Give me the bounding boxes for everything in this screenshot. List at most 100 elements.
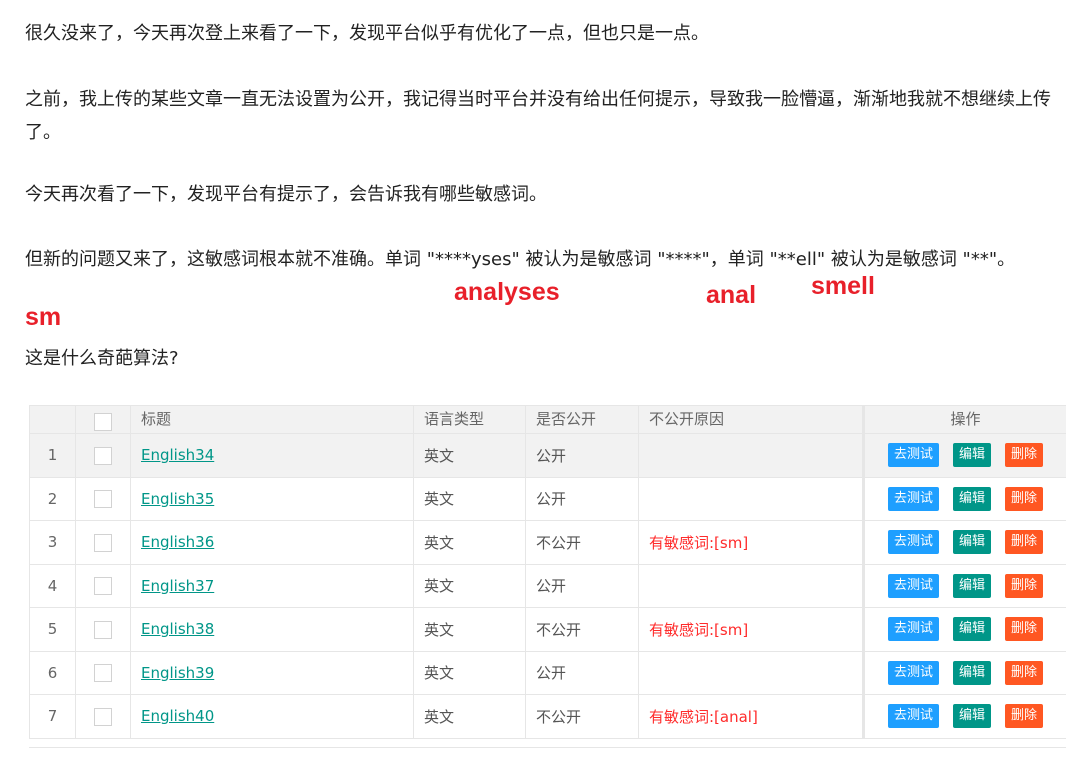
articles-table: 标题 语言类型 是否公开 不公开原因 操作 1 English34 英文 公开 …: [29, 405, 1066, 748]
row-select-cell[interactable]: [75, 694, 131, 739]
test-button[interactable]: 去测试: [887, 443, 939, 468]
edit-button[interactable]: 编辑: [952, 573, 991, 598]
row-select-cell[interactable]: [75, 433, 131, 478]
table-row: 5 English38 英文 不公开 有敏感词:[sm] 去测试 编辑 删除: [29, 607, 1066, 652]
row-index: 6: [29, 650, 76, 695]
row-index: 3: [29, 520, 76, 565]
row-index: 5: [29, 607, 76, 652]
language-cell: 英文: [413, 476, 526, 521]
row-checkbox[interactable]: [94, 533, 112, 552]
test-button[interactable]: 去测试: [887, 660, 939, 685]
table-row: 2 English35 英文 公开 去测试 编辑 删除: [29, 476, 1066, 521]
row-checkbox[interactable]: [94, 446, 112, 465]
article-title-link[interactable]: English40: [141, 707, 214, 725]
table-row: 4 English37 英文 公开 去测试 编辑 删除: [29, 563, 1066, 608]
test-button[interactable]: 去测试: [887, 704, 939, 729]
test-button[interactable]: 去测试: [887, 573, 939, 598]
row-checkbox[interactable]: [94, 664, 112, 682]
edit-button[interactable]: 编辑: [952, 530, 991, 555]
row-index: 4: [29, 563, 76, 608]
header-actions: 操作: [862, 405, 1066, 434]
language-cell: 英文: [413, 563, 526, 608]
row-select-cell[interactable]: [75, 520, 131, 565]
private-reason-cell: 有敏感词:[sm]: [638, 607, 864, 652]
paragraph-2: 之前，我上传的某些文章一直无法设置为公开，我记得当时平台并没有给出任何提示，导致…: [25, 89, 1051, 143]
public-status-cell: 公开: [525, 650, 639, 695]
delete-button[interactable]: 删除: [1005, 530, 1044, 555]
language-cell: 英文: [413, 694, 526, 739]
language-cell: 英文: [413, 520, 526, 565]
edit-button[interactable]: 编辑: [952, 486, 991, 511]
row-select-cell[interactable]: [75, 476, 131, 521]
paragraph-5: 这是什么奇葩算法?: [25, 348, 179, 369]
header-public[interactable]: 是否公开: [525, 405, 639, 434]
row-checkbox[interactable]: [94, 620, 112, 639]
private-reason-cell: 有敏感词:[anal]: [638, 694, 864, 739]
title-cell: English39: [130, 650, 414, 695]
header-title[interactable]: 标题: [130, 405, 414, 434]
delete-button[interactable]: 删除: [1005, 443, 1044, 468]
paragraph-4: 但新的问题又来了，这敏感词根本就不准确。单词 "****yses" 被认为是敏感…: [25, 249, 1016, 270]
select-all-checkbox[interactable]: [94, 412, 112, 431]
test-button[interactable]: 去测试: [887, 617, 939, 642]
table-row: 7 English40 英文 不公开 有敏感词:[anal] 去测试 编辑 删除: [29, 694, 1066, 739]
delete-button[interactable]: 删除: [1005, 704, 1044, 729]
annotation-sm: sm: [25, 303, 62, 331]
article-title-link[interactable]: English37: [141, 577, 214, 595]
header-reason[interactable]: 不公开原因: [638, 405, 864, 434]
language-cell: 英文: [413, 433, 526, 478]
delete-button[interactable]: 删除: [1005, 486, 1044, 511]
actions-cell: 去测试 编辑 删除: [862, 694, 1066, 739]
header-index: [29, 405, 76, 434]
language-cell: 英文: [413, 650, 526, 695]
actions-cell: 去测试 编辑 删除: [862, 476, 1066, 521]
title-cell: English35: [130, 476, 414, 521]
row-select-cell[interactable]: [75, 650, 131, 695]
public-status-cell: 不公开: [525, 607, 639, 652]
header-language[interactable]: 语言类型: [413, 405, 526, 434]
actions-cell: 去测试 编辑 删除: [862, 650, 1066, 695]
actions-cell: 去测试 编辑 删除: [862, 520, 1066, 565]
article-title-link[interactable]: English38: [141, 620, 214, 638]
article-title-link[interactable]: English36: [141, 533, 214, 551]
title-cell: English38: [130, 607, 414, 652]
title-cell: English36: [130, 520, 414, 565]
row-select-cell[interactable]: [75, 607, 131, 652]
row-checkbox[interactable]: [94, 490, 112, 508]
header-select-all[interactable]: [75, 405, 131, 434]
test-button[interactable]: 去测试: [887, 530, 939, 555]
public-status-cell: 不公开: [525, 694, 639, 739]
article-title-link[interactable]: English34: [141, 446, 214, 464]
article-title-link[interactable]: English39: [141, 664, 214, 682]
public-status-cell: 不公开: [525, 520, 639, 565]
row-index: 1: [29, 433, 76, 478]
edit-button[interactable]: 编辑: [952, 617, 991, 642]
article-title-link[interactable]: English35: [141, 490, 214, 508]
annotation-anal: anal: [706, 281, 757, 309]
edit-button[interactable]: 编辑: [952, 704, 991, 729]
row-checkbox[interactable]: [94, 577, 112, 595]
delete-button[interactable]: 删除: [1005, 660, 1044, 685]
public-status-cell: 公开: [525, 563, 639, 608]
delete-button[interactable]: 删除: [1005, 573, 1044, 598]
row-select-cell[interactable]: [75, 563, 131, 608]
table-header-row: 标题 语言类型 是否公开 不公开原因 操作: [29, 405, 1066, 434]
edit-button[interactable]: 编辑: [952, 443, 991, 468]
language-cell: 英文: [413, 607, 526, 652]
actions-cell: 去测试 编辑 删除: [862, 563, 1066, 608]
actions-cell: 去测试 编辑 删除: [862, 433, 1066, 478]
private-reason-cell: [638, 433, 864, 478]
title-cell: English40: [130, 694, 414, 739]
annotation-smell: smell: [811, 272, 875, 300]
test-button[interactable]: 去测试: [887, 486, 939, 511]
row-checkbox[interactable]: [94, 707, 112, 726]
public-status-cell: 公开: [525, 476, 639, 521]
private-reason-cell: [638, 650, 864, 695]
paragraph-1: 很久没来了，今天再次登上来看了一下，发现平台似乎有优化了一点，但也只是一点。: [25, 23, 709, 44]
row-index: 7: [29, 694, 76, 739]
edit-button[interactable]: 编辑: [952, 660, 991, 685]
annotation-analyses: analyses: [454, 278, 560, 306]
paragraph-3: 今天再次看了一下，发现平台有提示了，会告诉我有哪些敏感词。: [25, 184, 547, 205]
actions-cell: 去测试 编辑 删除: [862, 607, 1066, 652]
delete-button[interactable]: 删除: [1005, 617, 1044, 642]
